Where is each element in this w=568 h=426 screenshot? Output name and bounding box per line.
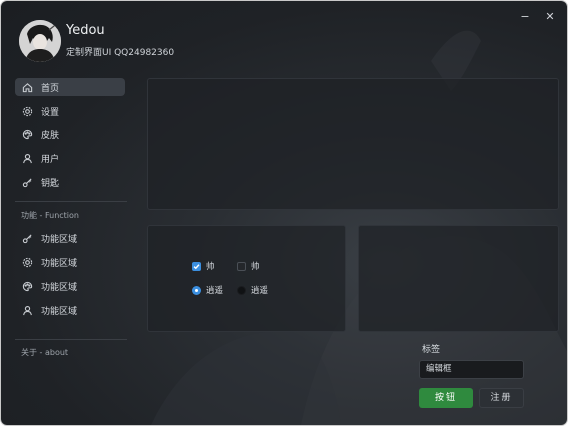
form-label: 标签	[422, 345, 441, 355]
radio-label: 逍遥	[206, 286, 224, 296]
sidebar-item-label: 设置	[41, 107, 60, 118]
user-name: Yedou	[66, 23, 105, 38]
checkbox-label: 帅	[251, 262, 260, 272]
key-icon	[20, 231, 34, 245]
sidebar-item-label: 钥匙	[41, 178, 60, 189]
user-icon	[20, 151, 34, 165]
section-function-label: 功能 - Function	[21, 211, 79, 220]
sidebar-item-label: 用户	[41, 154, 60, 165]
user-icon	[20, 303, 34, 317]
checkbox-2[interactable]: 帅	[237, 260, 260, 272]
sidebar-item-key[interactable]: 钥匙	[15, 173, 125, 191]
sidebar-item-label: 皮肤	[41, 130, 60, 141]
sidebar-divider	[15, 339, 127, 340]
sidebar-item-skin[interactable]: 皮肤	[15, 125, 125, 143]
sidebar-item-home[interactable]: 首页	[15, 78, 125, 96]
avatar[interactable]	[19, 20, 61, 62]
top-panel	[147, 78, 559, 210]
register-button[interactable]: 注册	[479, 388, 524, 408]
app-window: Yedou 定制界面UI QQ24982360 − ✕ 首页 设置 皮肤 用户 …	[1, 1, 567, 425]
sidebar-item-function-4[interactable]: 功能区域	[15, 301, 125, 319]
user-subtitle: 定制界面UI QQ24982360	[66, 48, 175, 58]
checkbox-1[interactable]: 帅	[192, 260, 215, 272]
minimize-button[interactable]: −	[518, 10, 532, 23]
close-button[interactable]: ✕	[543, 10, 557, 23]
about-link[interactable]: 关于 - about	[21, 347, 68, 358]
checkbox-label: 帅	[206, 262, 215, 272]
sidebar-item-label: 功能区域	[41, 234, 78, 245]
radio-1[interactable]: 逍遥	[192, 284, 223, 296]
radio-unselected-icon	[237, 285, 246, 295]
controls-panel	[147, 225, 346, 332]
gear-icon	[20, 104, 34, 118]
sidebar-item-user[interactable]: 用户	[15, 149, 125, 167]
radio-selected-icon	[192, 285, 201, 295]
palette-icon	[20, 279, 34, 293]
home-icon	[20, 80, 34, 94]
key-icon	[20, 175, 34, 189]
sidebar-divider	[15, 201, 127, 202]
checkbox-checked-icon	[192, 261, 201, 271]
right-panel	[358, 225, 559, 332]
edit-field[interactable]: 编辑框	[419, 360, 524, 379]
checkbox-unchecked-icon	[237, 261, 246, 271]
sidebar-item-function-3[interactable]: 功能区域	[15, 277, 125, 295]
palette-icon	[20, 127, 34, 141]
sidebar-item-label: 功能区域	[41, 258, 78, 269]
sidebar-item-label: 功能区域	[41, 306, 78, 317]
radio-label: 逍遥	[251, 286, 269, 296]
sidebar-item-label: 功能区域	[41, 282, 78, 293]
gear-icon	[20, 255, 34, 269]
sidebar-item-function-2[interactable]: 功能区域	[15, 253, 125, 271]
sidebar-item-label: 首页	[41, 83, 60, 94]
radio-2[interactable]: 逍遥	[237, 284, 268, 296]
primary-button[interactable]: 按钮	[419, 388, 473, 408]
sidebar-item-settings[interactable]: 设置	[15, 102, 125, 120]
sidebar-item-function-1[interactable]: 功能区域	[15, 229, 125, 247]
